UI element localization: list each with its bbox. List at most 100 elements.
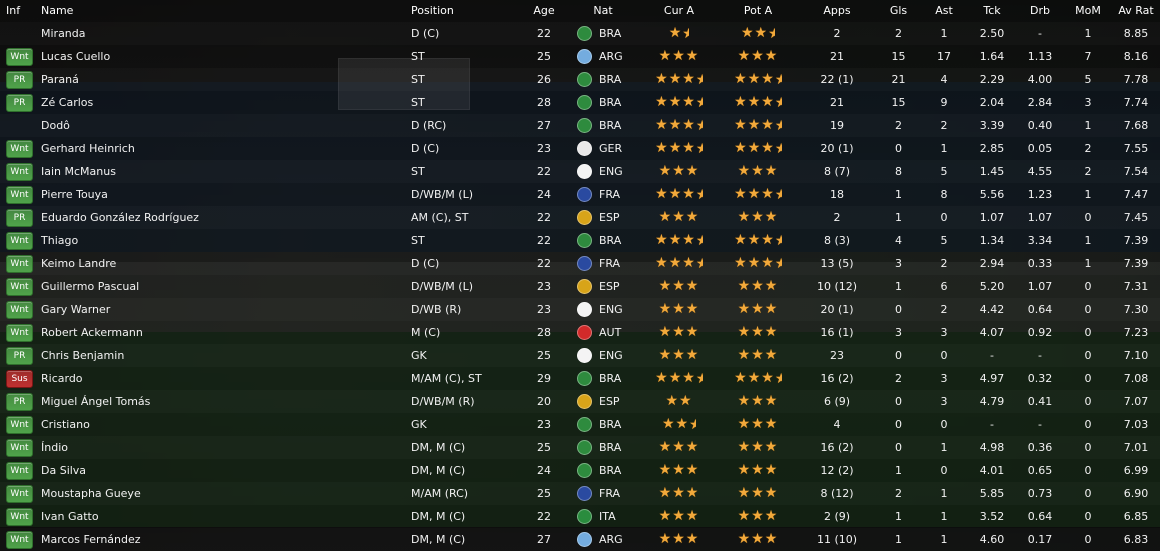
column-header-cur-a[interactable]: Cur A [639, 0, 719, 22]
current-ability-stars: ★★★★ [655, 117, 703, 134]
table-row[interactable]: PR Chris Benjamin GK 25 ENG ★★★ ★★★ 23 0 0- -0 7.10 [0, 344, 1160, 367]
star-icon: ★ [685, 462, 700, 478]
player-name-cell[interactable]: Pierre Touya [37, 183, 411, 206]
table-row[interactable]: Wnt Da Silva DM, M (C) 24 BRA ★★★ ★★★ 12 (2) 1 0 4… [0, 459, 1160, 482]
info-badge-pr[interactable]: PR [6, 346, 33, 365]
player-age: 23 [537, 302, 551, 316]
info-badge-wnt[interactable]: Wnt [6, 415, 33, 434]
player-name-cell[interactable]: Iain McManus [37, 160, 411, 183]
player-name-cell[interactable]: Eduardo González Rodríguez [37, 206, 411, 229]
player-name-cell[interactable]: Ricardo [37, 367, 411, 390]
potential-ability-cell: ★★★★ [719, 252, 797, 275]
table-row[interactable]: Wnt Lucas Cuello ST 25 ARG ★★★ ★★★ 21 15 17 1.64 1.… [0, 45, 1160, 68]
table-row[interactable]: MirandaD (C)22BRA★★★★★2212.50-18.85 [0, 22, 1160, 45]
current-ability-stars: ★★★★ [655, 94, 703, 111]
column-header-drb[interactable]: Drb [1016, 0, 1064, 22]
column-header-ast[interactable]: Ast [920, 0, 968, 22]
info-badge-sus[interactable]: Sus [6, 369, 33, 388]
player-name-cell[interactable]: Guillermo Pascual [37, 275, 411, 298]
info-badge-pr[interactable]: PR [6, 93, 33, 112]
player-name-cell[interactable]: Dodô [37, 114, 411, 137]
player-name-cell[interactable]: Keimo Landre [37, 252, 411, 275]
table-row[interactable]: WntGerhard HeinrichD (C)23GER★★★★★★★★20 … [0, 137, 1160, 160]
player-name-cell[interactable]: Gary Warner [37, 298, 411, 321]
player-name: Ivan Gatto [41, 509, 99, 523]
info-badge-wnt[interactable]: Wnt [6, 277, 33, 296]
column-header-nat[interactable]: Nat [567, 0, 639, 22]
table-row[interactable]: WntCristianoGK23BRA★★★★★★400--07.03 [0, 413, 1160, 436]
player-average-rating: 7.78 [1123, 72, 1149, 86]
table-row[interactable]: Wnt Gary Warner D/WB (R) 23 ENG ★★★ ★★★ 20 (1) 0… [0, 298, 1160, 321]
player-name-cell[interactable]: Zé Carlos [37, 91, 411, 114]
player-dribbles: 0.33 [1027, 256, 1053, 270]
player-tackles: 4.42 [979, 302, 1005, 316]
player-name-cell[interactable]: Índio [37, 436, 411, 459]
table-row[interactable]: PR Eduardo González Rodríguez AM (C), ST 22… [0, 206, 1160, 229]
table-row[interactable]: WntThiagoST22BRA★★★★★★★★8 (3)451.343.341… [0, 229, 1160, 252]
column-header-position[interactable]: Position [411, 0, 521, 22]
column-header-tck[interactable]: Tck [968, 0, 1016, 22]
column-header-pot-a[interactable]: Pot A [719, 0, 797, 22]
player-name-cell[interactable]: Chris Benjamin [37, 344, 411, 367]
table-row[interactable]: PRZé CarlosST28BRA★★★★★★★★211592.042.843… [0, 91, 1160, 114]
table-row[interactable]: Wnt Robert Ackermann M (C) 28 AUT ★★★ ★★★ 16 (1… [0, 321, 1160, 344]
info-badge-wnt[interactable]: Wnt [6, 530, 33, 549]
table-row[interactable]: DodôD (RC)27BRA★★★★★★★★19223.390.4017.68 [0, 114, 1160, 137]
man-of-match-cell: 0 [1064, 413, 1112, 436]
player-nationality: ENG [599, 348, 623, 362]
column-header-av-rat[interactable]: Av Rat [1112, 0, 1160, 22]
table-row[interactable]: Wnt Moustapha Gueye M/AM (RC) 25 FRA ★★★ ★★★ 8 … [0, 482, 1160, 505]
player-name-cell[interactable]: Marcos Fernández [37, 528, 411, 551]
table-row[interactable]: PR Miguel Ángel Tomás D/WB/M (R) 20 ESP ★★ ★★★… [0, 390, 1160, 413]
info-badge-wnt[interactable]: Wnt [6, 323, 33, 342]
table-row[interactable]: WntKeimo LandreD (C)22FRA★★★★★★★★13 (5)3… [0, 252, 1160, 275]
info-badge-wnt[interactable]: Wnt [6, 507, 33, 526]
table-row[interactable]: Wnt Iain McManus ST 22 ENG ★★★ ★★★ 8 (7) 8 5 1.45 4… [0, 160, 1160, 183]
info-badge-wnt[interactable]: Wnt [6, 139, 33, 158]
player-name-cell[interactable]: Robert Ackermann [37, 321, 411, 344]
player-name-cell[interactable]: Miguel Ángel Tomás [37, 390, 411, 413]
current-ability-stars: ★★★★ [655, 370, 703, 387]
column-header-apps[interactable]: Apps [797, 0, 877, 22]
column-header-mom[interactable]: MoM [1064, 0, 1112, 22]
column-header-age[interactable]: Age [521, 0, 567, 22]
half-star-icon: ★ [696, 184, 703, 206]
info-badge-wnt[interactable]: Wnt [6, 438, 33, 457]
table-row[interactable]: Wnt Índio DM, M (C) 25 BRA ★★★ ★★★ 16 (2) 0 1 4.98… [0, 436, 1160, 459]
info-badge-wnt[interactable]: Wnt [6, 484, 33, 503]
table-row[interactable]: SusRicardoM/AM (C), ST29BRA★★★★★★★★16 (2… [0, 367, 1160, 390]
info-badge-wnt[interactable]: Wnt [6, 254, 33, 273]
age-cell: 23 [521, 298, 567, 321]
info-badge-wnt[interactable]: Wnt [6, 300, 33, 319]
table-row[interactable]: Wnt Ivan Gatto DM, M (C) 22 ITA ★★★ ★★★ 2 (9) 1 1… [0, 505, 1160, 528]
table-row[interactable]: Wnt Guillermo Pascual D/WB/M (L) 23 ESP ★★★ ★★… [0, 275, 1160, 298]
player-name-cell[interactable]: Gerhard Heinrich [37, 137, 411, 160]
player-name-cell[interactable]: Da Silva [37, 459, 411, 482]
player-name-cell[interactable]: Paraná [37, 68, 411, 91]
table-row[interactable]: WntPierre TouyaD/WB/M (L)24FRA★★★★★★★★18… [0, 183, 1160, 206]
info-badge-pr[interactable]: PR [6, 208, 33, 227]
average-rating-cell: 7.54 [1112, 160, 1160, 183]
table-row[interactable]: PRParanáST26BRA★★★★★★★★22 (1)2142.294.00… [0, 68, 1160, 91]
info-cell [0, 22, 37, 45]
player-name-cell[interactable]: Moustapha Gueye [37, 482, 411, 505]
player-appearances: 16 (1) [820, 325, 854, 339]
player-name-cell[interactable]: Cristiano [37, 413, 411, 436]
table-row[interactable]: Wnt Marcos Fernández DM, M (C) 27 ARG ★★★ ★★★ 1… [0, 528, 1160, 551]
info-badge-wnt[interactable]: Wnt [6, 231, 33, 250]
info-badge-pr[interactable]: PR [6, 70, 33, 89]
column-header-name[interactable]: Name [37, 0, 411, 22]
info-badge-wnt[interactable]: Wnt [6, 47, 33, 66]
info-badge-pr[interactable]: PR [6, 392, 33, 411]
player-name-cell[interactable]: Thiago [37, 229, 411, 252]
column-header-gls[interactable]: Gls [877, 0, 920, 22]
player-name-cell[interactable]: Miranda [37, 22, 411, 45]
player-man-of-match: 0 [1084, 532, 1092, 546]
info-badge-wnt[interactable]: Wnt [6, 461, 33, 480]
player-name-cell[interactable]: Lucas Cuello [37, 45, 411, 68]
player-name-cell[interactable]: Ivan Gatto [37, 505, 411, 528]
info-badge-wnt[interactable]: Wnt [6, 185, 33, 204]
column-header-inf[interactable]: Inf [0, 0, 37, 22]
star-icon: ★ [747, 71, 762, 87]
info-badge-wnt[interactable]: Wnt [6, 162, 33, 181]
